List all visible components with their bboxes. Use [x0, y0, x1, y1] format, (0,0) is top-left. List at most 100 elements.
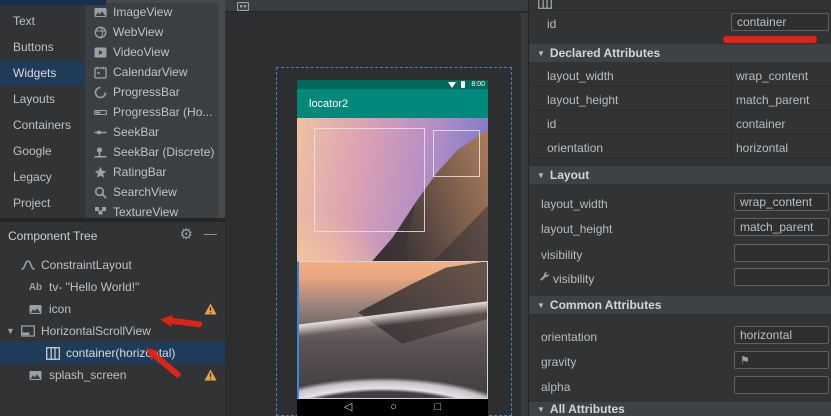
- tree-item-textview[interactable]: Ab tv- "Hello World!": [0, 276, 225, 298]
- palette-widget-list: ImageView WebView VideoView CalendarView…: [85, 0, 218, 218]
- flag-icon[interactable]: ⚑: [740, 355, 750, 367]
- design-mode-icon[interactable]: [237, 0, 249, 14]
- status-time: 8:00: [471, 80, 485, 89]
- device-appbar: locator2: [297, 89, 488, 118]
- widget-list-scrollbar[interactable]: [218, 0, 225, 218]
- widget-label: TextureView: [113, 205, 178, 218]
- chevron-down-icon: ▼: [537, 301, 545, 310]
- tools-visibility-input[interactable]: [734, 268, 829, 286]
- widget-label: WebView: [113, 25, 163, 39]
- attr-name: layout_height: [547, 91, 618, 109]
- widget-label: SeekBar (Discrete): [113, 145, 214, 159]
- palette-category-project[interactable]: Project: [0, 190, 85, 216]
- palette-category-containers[interactable]: Containers: [0, 112, 85, 138]
- id-input[interactable]: container: [731, 13, 829, 31]
- widget-label: SeekBar: [113, 125, 159, 139]
- section-title: All Attributes: [550, 402, 625, 416]
- android-studio-layout-editor: Text Buttons Widgets Layouts Containers …: [0, 0, 831, 416]
- tree-item-splash-screen[interactable]: splash_screen: [0, 364, 225, 386]
- device-navbar: ◁ ○ □: [297, 399, 488, 416]
- tree-item-label: tv- "Hello World!": [49, 280, 139, 294]
- widget-webview[interactable]: WebView: [85, 22, 218, 42]
- tree-item-label: splash_screen: [49, 368, 126, 382]
- widget-ratingbar[interactable]: RatingBar: [85, 162, 218, 182]
- tree-item-label: ConstraintLayout: [41, 258, 132, 272]
- view-bounds-outline[interactable]: [314, 128, 425, 232]
- widget-calendarview[interactable]: CalendarView: [85, 62, 218, 82]
- section-layout[interactable]: ▼ Layout: [529, 166, 831, 184]
- chevron-down-icon[interactable]: ▼: [6, 326, 16, 336]
- section-title: Layout: [550, 168, 589, 182]
- visibility-input[interactable]: [734, 244, 829, 262]
- searchview-icon: [93, 185, 107, 199]
- alpha-input[interactable]: [734, 376, 829, 394]
- palette-category-buttons[interactable]: Buttons: [0, 34, 85, 60]
- attr-value[interactable]: horizontal: [736, 139, 788, 157]
- calendarview-icon: [93, 65, 107, 79]
- widget-imageview[interactable]: ImageView: [85, 2, 218, 22]
- attr-value[interactable]: wrap_content: [736, 67, 808, 85]
- section-title: Declared Attributes: [550, 46, 660, 60]
- palette-top-strip: [0, 0, 106, 5]
- attr-name: orientation: [541, 328, 597, 346]
- attr-name: visibility: [541, 246, 582, 264]
- ratingbar-icon: [93, 165, 107, 179]
- gear-icon[interactable]: ⚙: [180, 225, 193, 243]
- imageview-icon: [28, 368, 43, 382]
- orientation-input[interactable]: horizontal: [734, 326, 829, 344]
- palette-category-layouts[interactable]: Layouts: [0, 86, 85, 112]
- palette-category-widgets[interactable]: Widgets: [0, 60, 85, 86]
- widget-label: ImageView: [113, 5, 172, 19]
- app-title: locator2: [309, 98, 348, 110]
- view-bounds-outline[interactable]: [433, 130, 480, 177]
- seekbar-icon: [93, 125, 107, 139]
- chevron-down-icon: ▼: [537, 171, 545, 180]
- splash-screen-image[interactable]: [297, 118, 488, 399]
- selected-container-outline[interactable]: [297, 261, 488, 399]
- gravity-input[interactable]: ⚑: [734, 351, 829, 369]
- nav-back-icon[interactable]: ◁: [344, 399, 352, 416]
- nav-home-icon[interactable]: ○: [390, 399, 397, 416]
- tree-item-constraintlayout[interactable]: ConstraintLayout: [0, 254, 225, 276]
- widget-videoview[interactable]: VideoView: [85, 42, 218, 62]
- design-toolbar: [225, 0, 528, 12]
- attr-name: layout_width: [541, 195, 608, 213]
- layout-width-input[interactable]: wrap_content: [734, 193, 829, 211]
- widget-label: ProgressBar: [113, 85, 180, 99]
- imageview-icon: [93, 5, 107, 19]
- tree-item-container-horizontal[interactable]: container(horizontal): [0, 342, 225, 364]
- design-surface[interactable]: 8:00 locator2 ◁ ○ □: [225, 0, 528, 416]
- palette-top-strip2: [106, 0, 218, 3]
- attr-name: alpha: [541, 378, 570, 396]
- section-all-attributes[interactable]: ▼ All Attributes: [529, 402, 831, 416]
- widget-seekbar[interactable]: SeekBar: [85, 122, 218, 142]
- tree-item-label: HorizontalScrollView: [41, 324, 151, 338]
- widget-progressbar[interactable]: ProgressBar: [85, 82, 218, 102]
- wrench-icon: [539, 271, 550, 285]
- tree-item-label: icon: [49, 302, 71, 316]
- webview-icon: [93, 25, 107, 39]
- progressbar-horizontal-icon: [93, 105, 107, 119]
- warning-icon[interactable]: [204, 369, 217, 384]
- layout-height-input[interactable]: match_parent: [734, 218, 829, 236]
- minimize-icon[interactable]: —: [204, 226, 217, 241]
- widget-seekbar-discrete[interactable]: SeekBar (Discrete): [85, 142, 218, 162]
- attr-value[interactable]: match_parent: [736, 91, 809, 109]
- widget-progressbar-horizontal[interactable]: ProgressBar (Ho...: [85, 102, 218, 122]
- widget-label: ProgressBar (Ho...: [113, 105, 212, 119]
- section-common-attributes[interactable]: ▼ Common Attributes: [529, 296, 831, 314]
- widget-textureview[interactable]: TextureView: [85, 202, 218, 218]
- widget-searchview[interactable]: SearchView: [85, 182, 218, 202]
- palette-category-legacy[interactable]: Legacy: [0, 164, 85, 190]
- attr-value[interactable]: container: [736, 115, 785, 133]
- warning-icon[interactable]: [204, 303, 217, 318]
- textview-icon: Ab: [28, 280, 43, 294]
- device-preview[interactable]: 8:00 locator2 ◁ ○ □: [297, 80, 488, 416]
- chevron-down-icon: ▼: [537, 405, 545, 414]
- design-scrollbar[interactable]: [521, 13, 528, 416]
- palette-category-google[interactable]: Google: [0, 138, 85, 164]
- section-declared-attributes[interactable]: ▼ Declared Attributes: [529, 44, 831, 62]
- widget-label: VideoView: [113, 45, 169, 59]
- palette-category-text[interactable]: Text: [0, 8, 85, 34]
- nav-recents-icon[interactable]: □: [434, 399, 441, 416]
